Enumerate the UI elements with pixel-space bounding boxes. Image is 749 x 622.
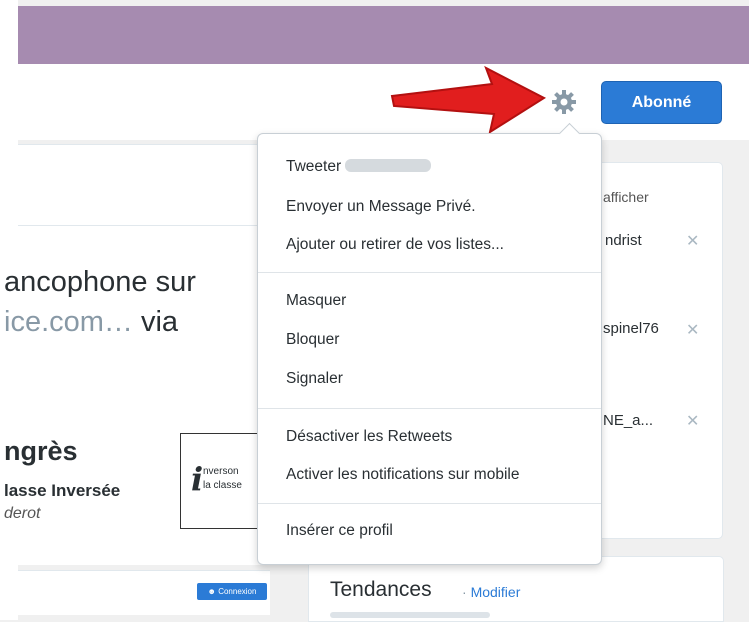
close-icon[interactable]: ✕ <box>686 231 699 251</box>
tweet-text: ancophone sur <box>4 266 196 298</box>
menu-item-embed-profile[interactable]: Insérer ce profil <box>286 522 393 540</box>
menu-item-tweet-label: Tweeter <box>286 158 342 175</box>
card-title: ngrès <box>4 436 78 466</box>
trends-title: Tendances <box>330 578 432 601</box>
menu-item-mobile-notifications[interactable]: Activer les notifications sur mobile <box>286 466 519 484</box>
close-icon[interactable]: ✕ <box>686 320 699 340</box>
who-to-follow-card <box>602 162 723 539</box>
redacted-username <box>345 159 432 172</box>
menu-item-send-dm[interactable]: Envoyer un Message Privé. <box>286 198 476 216</box>
suggestion-name[interactable]: NE_a... <box>603 412 653 429</box>
tweet-text-line2: ice.com… via <box>4 306 178 339</box>
user-icon: ☻ <box>207 587 219 596</box>
menu-item-tweet[interactable]: Tweeter <box>286 158 432 176</box>
card-author: derot <box>4 505 41 522</box>
logo-text-2: la classe <box>203 480 242 491</box>
card-logo: i nverson la classe <box>180 433 260 529</box>
tweet-via: via <box>140 306 179 338</box>
profile-banner <box>18 6 749 64</box>
menu-divider <box>258 503 601 504</box>
menu-item-lists[interactable]: Ajouter ou retirer de vos listes... <box>286 236 504 254</box>
trends-edit-link[interactable]: · Modifier <box>462 584 520 600</box>
close-icon[interactable]: ✕ <box>686 411 699 431</box>
menu-item-turn-off-retweets[interactable]: Désactiver les Retweets <box>286 428 452 446</box>
red-arrow-icon <box>390 65 547 135</box>
follow-button[interactable]: Abonné <box>601 81 722 124</box>
logo-mark: i <box>191 460 204 498</box>
trend-item[interactable] <box>330 612 490 618</box>
logo-text: nverson <box>203 466 239 477</box>
suggestions-view-all[interactable]: afficher <box>603 189 649 205</box>
menu-divider <box>258 272 601 273</box>
menu-item-block[interactable]: Bloquer <box>286 331 339 349</box>
separator: · <box>462 584 467 600</box>
menu-divider <box>258 408 601 409</box>
card-subtitle: lasse Inversée <box>4 481 121 500</box>
suggestion-name[interactable]: spinel76 <box>603 320 659 337</box>
trends-edit-label: Modifier <box>470 584 521 600</box>
tweet-link[interactable]: ice.com… <box>4 306 133 338</box>
menu-item-report[interactable]: Signaler <box>286 370 343 388</box>
suggestion-name[interactable]: ndrist <box>605 232 642 249</box>
login-button[interactable]: ☻ Connexion <box>197 583 267 600</box>
menu-item-mute[interactable]: Masquer <box>286 292 346 310</box>
gear-icon[interactable] <box>550 88 578 116</box>
login-label: Connexion <box>218 587 257 596</box>
